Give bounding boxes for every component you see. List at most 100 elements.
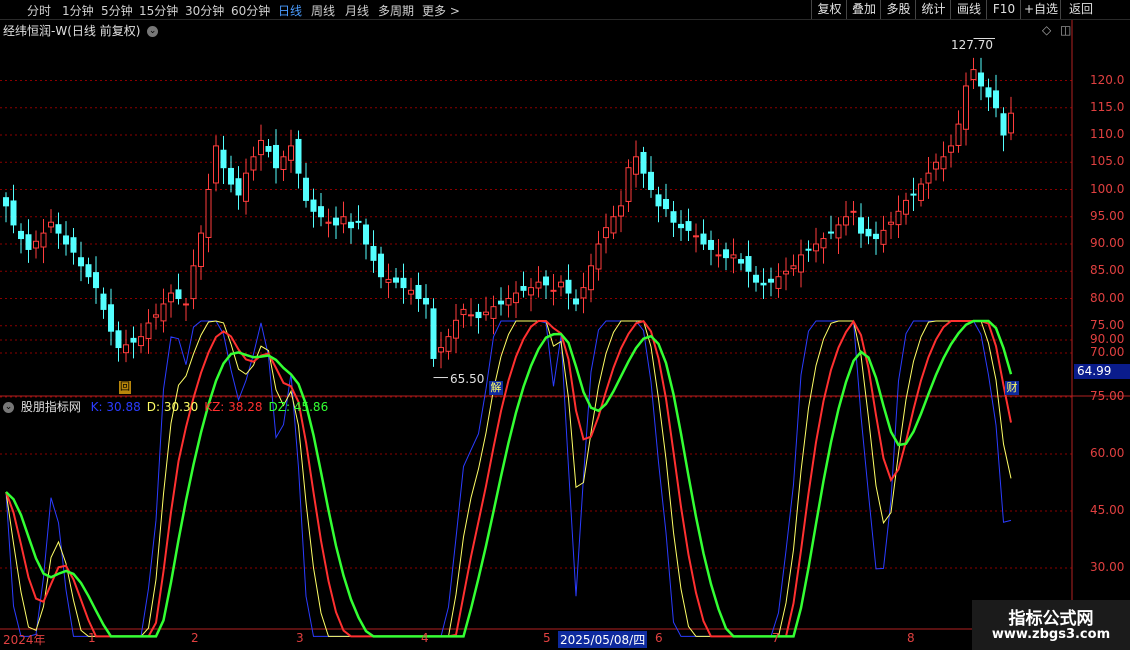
toolbar-button-2[interactable]: 多股 [880, 0, 916, 19]
indicator-tick: 60.00 [1090, 446, 1125, 460]
period-tab-1[interactable]: 1分钟 [62, 2, 94, 19]
candle-body [865, 228, 872, 237]
indicator-tick: 30.00 [1090, 560, 1125, 574]
period-tab-4[interactable]: 30分钟 [185, 2, 224, 19]
candle-body [850, 210, 857, 213]
candle-body [340, 216, 347, 225]
indicator-value: KZ: 38.28 [204, 400, 263, 414]
candle-body [798, 254, 804, 273]
candle-body [790, 265, 797, 270]
candle-body [550, 289, 557, 292]
candle-body [273, 144, 279, 169]
candle-body [828, 231, 834, 234]
candle-body [625, 167, 632, 202]
candle-body [753, 274, 759, 283]
candle-body [175, 289, 182, 299]
panel-toggle-icon[interactable]: ◫ [1060, 23, 1071, 37]
period-tab-9[interactable]: 多周期 [378, 2, 414, 19]
candle-body [648, 171, 654, 191]
event-marker-review[interactable]: 回 [119, 381, 131, 394]
candle-body [903, 199, 909, 215]
indicator-tick: 75.00 [1090, 389, 1125, 403]
candle-body [70, 237, 77, 253]
price-tick: 100.0 [1090, 181, 1125, 196]
chevron-down-icon[interactable]: ⌄ [147, 26, 159, 37]
candle-body [33, 240, 39, 249]
indicator-value: K: 30.88 [90, 400, 141, 414]
candle-body [610, 216, 617, 234]
candle-body [393, 277, 399, 283]
candle-body [580, 287, 587, 299]
toolbar-button-3[interactable]: 统计 [915, 0, 951, 19]
candle-body [835, 224, 842, 239]
candle-body [925, 172, 932, 184]
main-title-bar: 经纬恒润-W(日线 前复权) ⌄ [3, 22, 159, 39]
candle-body [910, 193, 917, 196]
candle-body [573, 298, 579, 305]
candle-body [820, 238, 827, 249]
candle-body [535, 281, 542, 289]
price-tick: 70.00 [1090, 345, 1125, 359]
candle-body [520, 286, 527, 291]
diamond-icon[interactable]: ◇ [1042, 23, 1051, 37]
candle-body [190, 265, 197, 300]
period-tab-6[interactable]: 日线 [278, 2, 302, 19]
candle-body [715, 254, 722, 257]
toolbar-button-1[interactable]: 叠加 [846, 0, 881, 19]
period-tab-2[interactable]: 5分钟 [101, 2, 133, 19]
toolbar-button-5[interactable]: F10 [986, 0, 1021, 19]
event-marker-unlock[interactable]: 解 [489, 381, 503, 395]
candle-body [250, 156, 257, 171]
toolbar-button-6[interactable]: +自选 [1020, 0, 1061, 19]
period-tab-3[interactable]: 15分钟 [139, 2, 178, 19]
candle-body [805, 248, 812, 251]
candle-body [415, 284, 422, 300]
chevron-down-icon[interactable]: ⌄ [3, 402, 14, 413]
candle-body [955, 123, 962, 146]
candle-body [123, 344, 129, 354]
toolbar-button-7[interactable]: 返回 [1060, 0, 1101, 19]
chart-area[interactable] [0, 20, 1130, 650]
candle-body [933, 161, 939, 170]
candle-body [438, 347, 444, 353]
candle-body [310, 199, 317, 212]
candle-body [505, 298, 512, 306]
toolbar-button-0[interactable]: 复权 [811, 0, 847, 19]
candle-body [400, 277, 407, 289]
candle-body [288, 145, 294, 161]
candle-body [895, 210, 902, 226]
period-tab-8[interactable]: 月线 [345, 2, 369, 19]
watermark: 指标公式网 www.zbgs3.com [972, 600, 1130, 650]
candle-body [220, 149, 227, 169]
indicator-line [5, 320, 1012, 637]
event-marker-finance[interactable]: 财 [1005, 381, 1019, 395]
period-tab-5[interactable]: 60分钟 [231, 2, 270, 19]
candle-body [685, 221, 692, 231]
candle-body [3, 197, 9, 207]
period-tab-7[interactable]: 周线 [311, 2, 335, 19]
candle-body [595, 243, 602, 270]
period-tab-10[interactable]: 更多 > [422, 2, 460, 19]
period-tab-0[interactable]: 分时 [27, 2, 51, 19]
candle-body [633, 156, 639, 175]
candle-body [78, 257, 84, 267]
indicator-value: D: 30.30 [146, 400, 199, 414]
candle-body [783, 270, 789, 275]
candle-body [145, 322, 152, 339]
date-label: 7 [772, 631, 780, 645]
candle-body [745, 256, 752, 272]
candle-body [280, 156, 287, 170]
grid-layer [0, 20, 1130, 630]
candle-body [918, 183, 924, 201]
date-label: 2 [191, 631, 199, 645]
candle-body [243, 172, 249, 202]
candle-body [228, 167, 234, 185]
candle-body [618, 205, 624, 217]
toolbar-button-4[interactable]: 画线 [950, 0, 987, 19]
candle-body [138, 336, 144, 347]
price-tick: 120.0 [1090, 72, 1125, 87]
candle-body [730, 254, 737, 259]
candle-body [993, 90, 999, 109]
candle-body [160, 303, 167, 322]
candle-body [970, 69, 977, 81]
